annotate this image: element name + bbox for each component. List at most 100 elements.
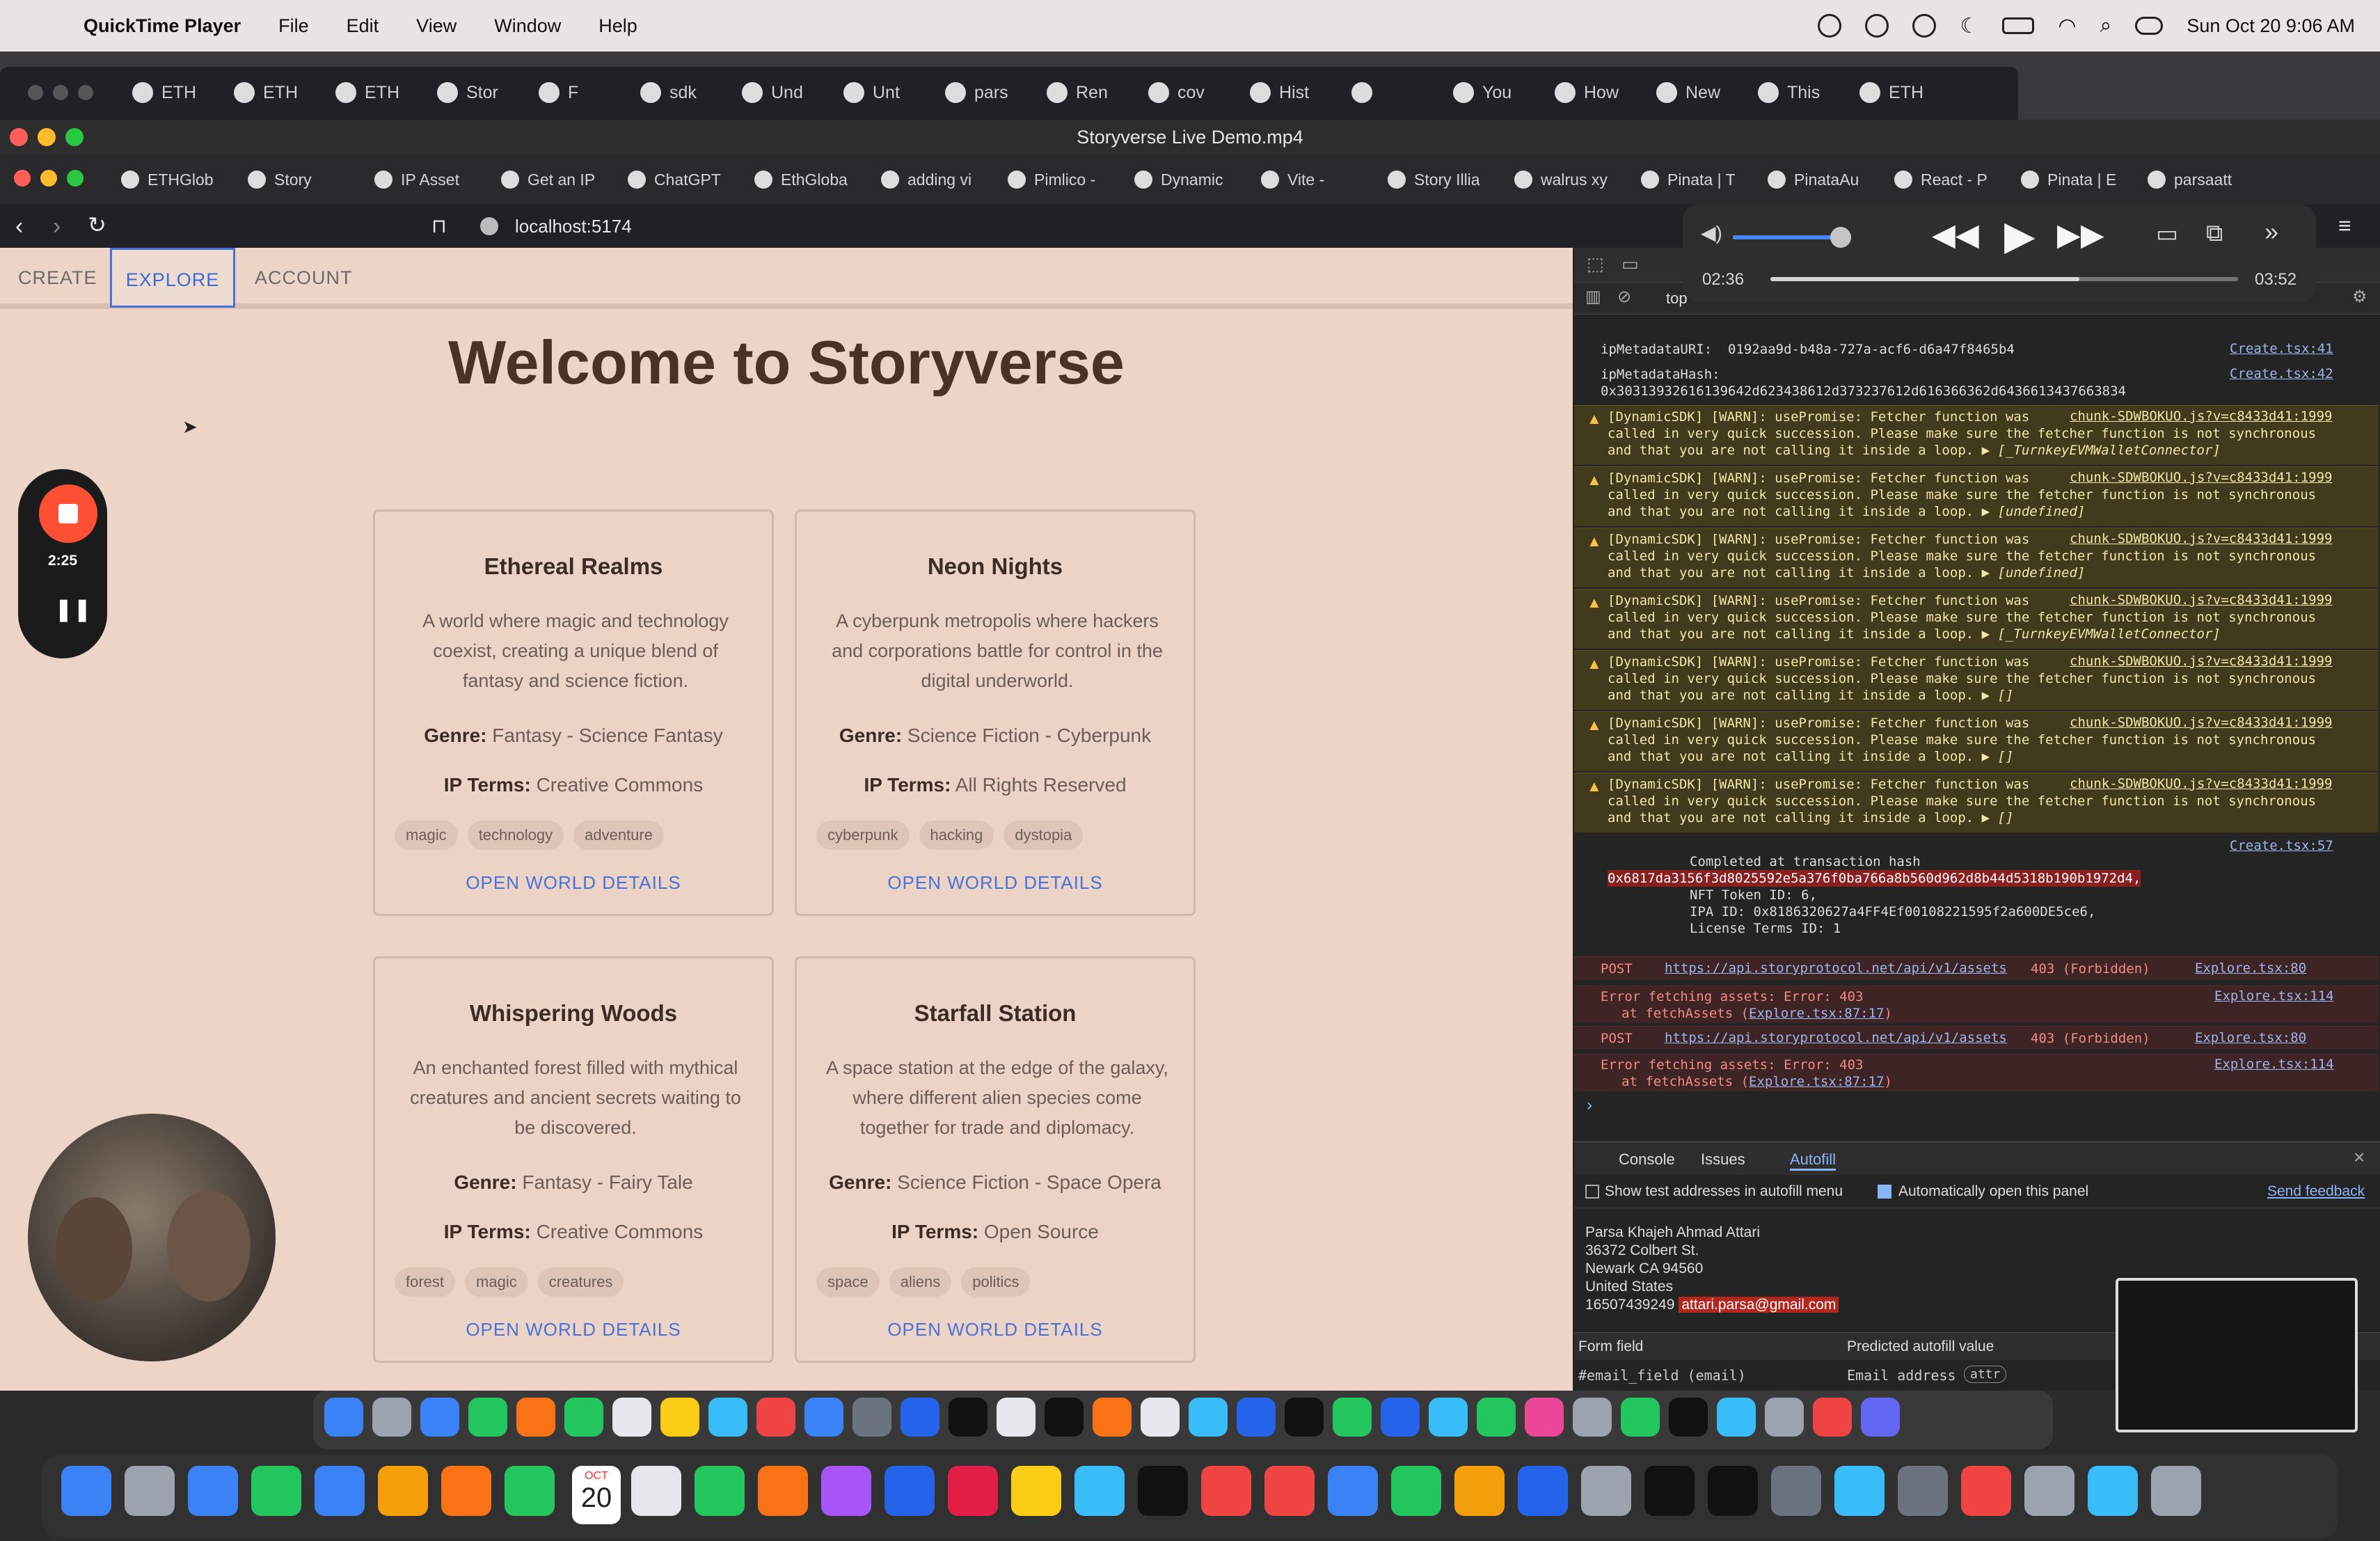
- inner-tab[interactable]: Pinata | E: [2021, 160, 2116, 199]
- source-link[interactable]: Create.tsx:57: [2230, 838, 2333, 853]
- open-world-details-link[interactable]: OPEN WORLD DETAILS: [797, 1319, 1193, 1341]
- tab-console[interactable]: Console: [1619, 1151, 1675, 1169]
- dock-app-icon[interactable]: [251, 1466, 301, 1516]
- dock-app-icon[interactable]: [695, 1466, 745, 1516]
- inner-dock-app-icon[interactable]: [1861, 1398, 1900, 1437]
- post-url-link[interactable]: https://api.storyprotocol.net/api/v1/ass…: [1665, 1030, 2007, 1045]
- inner-tab[interactable]: Dynamic: [1134, 160, 1223, 199]
- source-link[interactable]: Explore.tsx:114: [2214, 1057, 2334, 1072]
- warn-source-link[interactable]: chunk-SDWBOKUO.js?v=c8433d41:1999: [2070, 715, 2333, 730]
- inner-dock-app-icon[interactable]: [516, 1398, 555, 1437]
- inner-dock-app-icon[interactable]: [1141, 1398, 1180, 1437]
- dock-app-icon[interactable]: [884, 1466, 935, 1516]
- app-menu[interactable]: QuickTime Player: [84, 15, 241, 37]
- show-test-checkbox[interactable]: [1585, 1185, 1599, 1199]
- console-prompt-icon[interactable]: ›: [1587, 1096, 1592, 1115]
- dock-app-icon[interactable]: [2151, 1466, 2201, 1516]
- source-link[interactable]: Explore.tsx:114: [2214, 988, 2334, 1004]
- airplay-icon[interactable]: ▭: [2156, 220, 2178, 248]
- dock-app-icon[interactable]: [1644, 1466, 1695, 1516]
- tab-issues[interactable]: Issues: [1701, 1151, 1745, 1169]
- outer-tab[interactable]: How: [1555, 74, 1619, 111]
- dock-app-icon[interactable]: [1581, 1466, 1631, 1516]
- inner-dock-app-icon[interactable]: [660, 1398, 699, 1437]
- inner-dock-app-icon[interactable]: [1285, 1398, 1324, 1437]
- inner-dock-app-icon[interactable]: [1237, 1398, 1276, 1437]
- more-icon[interactable]: »: [2264, 217, 2278, 246]
- inner-tab[interactable]: IP Asset: [374, 160, 459, 199]
- menu-file[interactable]: File: [278, 15, 309, 37]
- clock[interactable]: Sun Oct 20 9:06 AM: [2187, 15, 2355, 37]
- dock-app-icon[interactable]: [1201, 1466, 1251, 1516]
- inner-dock-app-icon[interactable]: [612, 1398, 651, 1437]
- outer-tab[interactable]: F: [539, 74, 578, 111]
- pip-icon[interactable]: ⧉: [2206, 220, 2223, 247]
- inner-tab[interactable]: Vite -: [1261, 160, 1324, 199]
- dock-app-icon[interactable]: [188, 1466, 238, 1516]
- inner-tab[interactable]: Pimlico -: [1008, 160, 1095, 199]
- inner-dock-app-icon[interactable]: [804, 1398, 843, 1437]
- nav-explore[interactable]: EXPLORE: [110, 248, 235, 308]
- inner-dock-app-icon[interactable]: [1525, 1398, 1564, 1437]
- user-icon[interactable]: [1912, 14, 1937, 38]
- inner-dock-app-icon[interactable]: [420, 1398, 459, 1437]
- outer-tab[interactable]: [1351, 74, 1381, 111]
- dock-app-icon[interactable]: [1328, 1466, 1378, 1516]
- play-circle-icon[interactable]: [1865, 14, 1889, 38]
- inner-dock-app-icon[interactable]: [708, 1398, 747, 1437]
- play-icon[interactable]: ▶: [2004, 212, 2036, 259]
- tag-chip[interactable]: cyberpunk: [816, 821, 910, 850]
- auto-open-checkbox[interactable]: [1878, 1185, 1891, 1199]
- inner-dock-app-icon[interactable]: [1669, 1398, 1708, 1437]
- dock-app-icon[interactable]: [1518, 1466, 1568, 1516]
- outer-tab[interactable]: ETH: [335, 74, 399, 111]
- tag-chip[interactable]: creatures: [537, 1267, 624, 1297]
- inner-dock-app-icon[interactable]: [1813, 1398, 1852, 1437]
- tag-chip[interactable]: aliens: [889, 1267, 952, 1297]
- inner-dock-app-icon[interactable]: [901, 1398, 939, 1437]
- inner-close-dot[interactable]: [14, 170, 31, 187]
- dock-app-icon[interactable]: [505, 1466, 555, 1516]
- inner-dock-app-icon[interactable]: [1621, 1398, 1660, 1437]
- volume-knob[interactable]: [1830, 227, 1851, 248]
- inner-dock-app-icon[interactable]: [372, 1398, 411, 1437]
- inner-tab[interactable]: React - P: [1894, 160, 1988, 199]
- inner-tab[interactable]: Story Illia: [1388, 160, 1480, 199]
- dock-app-icon[interactable]: [948, 1466, 998, 1516]
- inner-dock-app-icon[interactable]: [1093, 1398, 1132, 1437]
- inner-dock-app-icon[interactable]: [1765, 1398, 1804, 1437]
- post-url-link[interactable]: https://api.storyprotocol.net/api/v1/ass…: [1665, 961, 2007, 976]
- outer-tab[interactable]: Stor: [437, 74, 498, 111]
- source-link[interactable]: Explore.tsx:87:17: [1749, 1006, 1884, 1021]
- dock-app-icon[interactable]: [1898, 1466, 1948, 1516]
- outer-tab[interactable]: New: [1656, 74, 1720, 111]
- dock-app-icon[interactable]: [1074, 1466, 1125, 1516]
- source-link[interactable]: Create.tsx:41: [2230, 341, 2333, 356]
- outer-tab[interactable]: Ren: [1047, 74, 1108, 111]
- source-link[interactable]: Explore.tsx:80: [2195, 1030, 2306, 1045]
- inner-tab[interactable]: adding vi: [881, 160, 971, 199]
- open-world-details-link[interactable]: OPEN WORLD DETAILS: [375, 1319, 772, 1341]
- menu-edit[interactable]: Edit: [347, 15, 379, 37]
- menu-window[interactable]: Window: [494, 15, 561, 37]
- inner-min-dot[interactable]: [40, 170, 57, 187]
- search-icon[interactable]: ⌕: [2100, 14, 2112, 38]
- inner-dock-app-icon[interactable]: [468, 1398, 507, 1437]
- dock-app-icon[interactable]: [821, 1466, 871, 1516]
- tag-chip[interactable]: technology: [467, 821, 564, 850]
- source-link[interactable]: Create.tsx:42: [2230, 366, 2333, 381]
- tab-autofill[interactable]: Autofill: [1790, 1151, 1836, 1171]
- dock-app-icon[interactable]: [1708, 1466, 1758, 1516]
- source-link[interactable]: Explore.tsx:87:17: [1749, 1074, 1884, 1089]
- send-feedback-link[interactable]: Send feedback: [2267, 1183, 2365, 1200]
- volume-icon[interactable]: ◀): [1701, 221, 1722, 244]
- inner-dock-app-icon[interactable]: [1189, 1398, 1228, 1437]
- settings-icon[interactable]: ⚙: [2352, 287, 2367, 307]
- forward-icon[interactable]: ›: [53, 213, 61, 240]
- battery-icon[interactable]: [2002, 17, 2035, 34]
- inner-dock-app-icon[interactable]: [756, 1398, 795, 1437]
- inner-dock-app-icon[interactable]: [949, 1398, 987, 1437]
- inner-tab[interactable]: walrus xy: [1514, 160, 1608, 199]
- warn-source-link[interactable]: chunk-SDWBOKUO.js?v=c8433d41:1999: [2070, 776, 2333, 791]
- bookmark-icon[interactable]: ⊓: [431, 214, 447, 237]
